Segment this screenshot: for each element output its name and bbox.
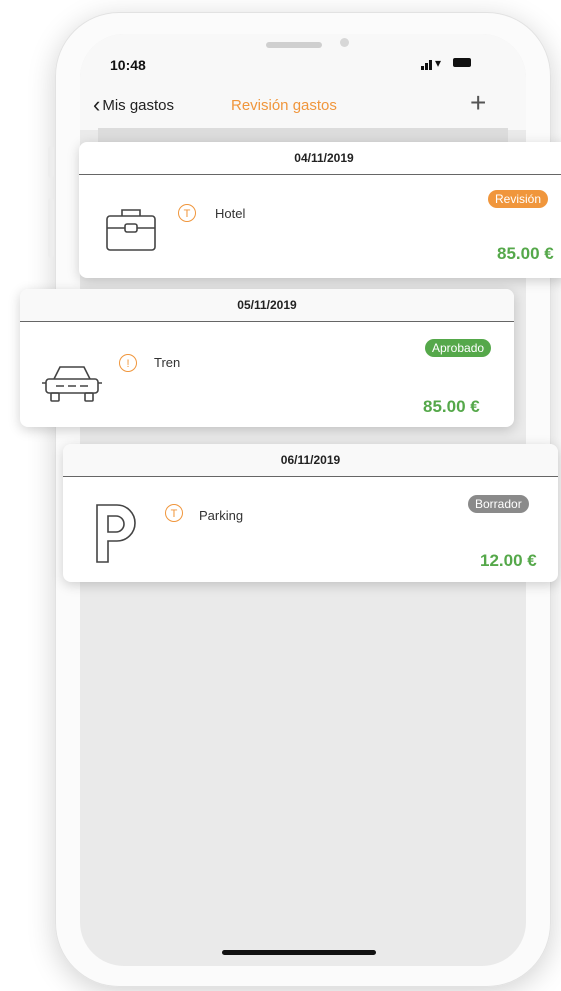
expense-amount: 85.00 € (423, 397, 480, 416)
front-camera (340, 38, 349, 47)
status-badge: Aprobado (425, 339, 492, 357)
expense-label: Hotel (215, 206, 246, 221)
expense-indicator-icon: T (178, 204, 196, 222)
expense-amount: 85.00 € (497, 244, 554, 263)
expense-card[interactable]: 05/11/2019 ! Tren Aprobado 85.00 € (20, 289, 514, 427)
expense-date: 06/11/2019 (63, 444, 558, 477)
expense-label: Parking (199, 508, 244, 523)
expense-indicator-icon: T (165, 504, 183, 522)
status-badge: Revisión (488, 190, 549, 208)
expense-card[interactable]: 06/11/2019 T Parking Borrador 12.00 € (63, 444, 558, 582)
briefcase-icon (106, 209, 156, 251)
status-time: 10:48 (110, 57, 146, 73)
list-header-strip (98, 128, 508, 142)
battery-icon (453, 58, 471, 67)
mute-switch (48, 146, 54, 178)
back-button[interactable]: ‹ Mis gastos (93, 92, 175, 117)
parking-icon (96, 504, 136, 563)
nav-bar-background (80, 34, 526, 130)
back-button-label: Mis gastos (102, 96, 175, 114)
signal-icon (421, 66, 424, 70)
chevron-left-icon: ‹ (93, 92, 101, 117)
speaker (266, 42, 322, 48)
expense-date: 05/11/2019 (20, 289, 514, 322)
expense-date: 04/11/2019 (79, 142, 561, 175)
expense-indicator-icon: ! (119, 354, 137, 372)
page-title: Revisión gastos (231, 97, 337, 114)
add-expense-button[interactable]: + (470, 88, 486, 118)
wifi-icon: ▾ (435, 56, 442, 70)
home-indicator (222, 950, 376, 955)
status-badge: Borrador (468, 495, 529, 513)
volume-up-button (48, 198, 54, 258)
expense-amount: 12.00 € (480, 551, 537, 570)
expense-card[interactable]: 04/11/2019 T Hotel Revisión 85.00 € (79, 142, 561, 278)
expense-label: Tren (154, 355, 181, 370)
car-icon (42, 366, 102, 402)
status-icons: ▾ (421, 56, 493, 70)
